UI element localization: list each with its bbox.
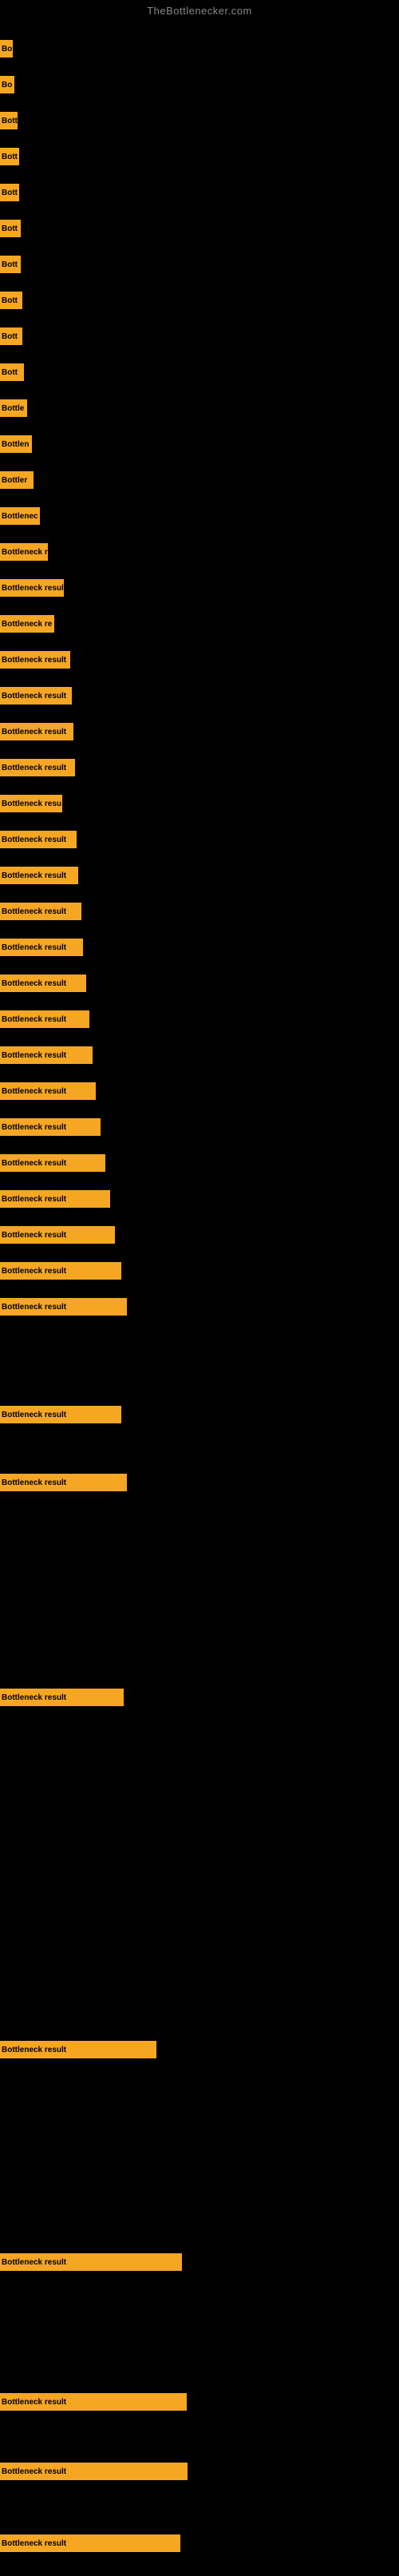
bar-label: Bott bbox=[2, 224, 18, 233]
bar-row: Bott bbox=[0, 256, 21, 273]
bar-label: Bottleneck result bbox=[2, 1479, 66, 1487]
bar-row: Bottleneck result bbox=[0, 1406, 121, 1423]
bar-label: Bottleneck result bbox=[2, 836, 66, 844]
bar-label: Bottleneck r bbox=[2, 548, 48, 557]
bar-label: Bott bbox=[2, 117, 18, 125]
bar-row: Bottleneck result bbox=[0, 1010, 89, 1028]
bar-label: Bottlen bbox=[2, 440, 29, 449]
bar-label: Bottle bbox=[2, 404, 24, 413]
bar-row: Bottleneck result bbox=[0, 1474, 127, 1491]
bar-label: Bo bbox=[2, 45, 12, 54]
bar-row: Bottleneck result bbox=[0, 759, 75, 776]
bar-row: Bottleneck result bbox=[0, 1118, 101, 1136]
bar-label: Bottleneck result bbox=[2, 1231, 66, 1240]
bar-label: Bottlenec bbox=[2, 512, 38, 521]
bar-row: Bottlenec bbox=[0, 507, 40, 525]
bar-row: Bottleneck result bbox=[0, 1154, 105, 1172]
bar-row: Bottleneck result bbox=[0, 1190, 110, 1208]
bar-row: Bottleneck result bbox=[0, 903, 81, 920]
bar-label: Bott bbox=[2, 368, 18, 377]
bar-label: Bottleneck result bbox=[2, 2258, 66, 2267]
bar-label: Bottleneck re bbox=[2, 620, 52, 629]
bar-row: Bott bbox=[0, 220, 21, 237]
bar-row: Bottleneck result bbox=[0, 651, 70, 669]
bar-label: Bottleneck result bbox=[2, 1267, 66, 1276]
bar-row: Bottleneck result bbox=[0, 2041, 156, 2058]
bar-label: Bottleneck result bbox=[2, 1195, 66, 1204]
bar-row: Bottleneck result bbox=[0, 2393, 187, 2411]
bar-row: Bottleneck resu bbox=[0, 795, 62, 812]
bar-row: Bottleneck result bbox=[0, 1689, 124, 1706]
bar-row: Bott bbox=[0, 184, 19, 201]
bar-label: Bottleneck resu bbox=[2, 800, 61, 808]
bar-row: Bottleneck resul bbox=[0, 579, 64, 597]
bar-label: Bottleneck result bbox=[2, 1087, 66, 1096]
site-title: TheBottlenecker.com bbox=[0, 0, 399, 20]
bar-row: Bottleneck result bbox=[0, 867, 78, 884]
bar-row: Bottlen bbox=[0, 435, 32, 453]
bar-row: Bottleneck result bbox=[0, 939, 83, 956]
bar-label: Bottleneck result bbox=[2, 1123, 66, 1132]
bar-label: Bott bbox=[2, 260, 18, 269]
bar-label: Bottleneck result bbox=[2, 1411, 66, 1419]
bar-label: Bottleneck resul bbox=[2, 584, 64, 593]
bar-row: Bott bbox=[0, 292, 22, 309]
bar-row: Bottleneck result bbox=[0, 1298, 127, 1316]
bar-label: Bottleneck result bbox=[2, 907, 66, 916]
bar-label: Bottleneck result bbox=[2, 2539, 66, 2548]
bar-label: Bott bbox=[2, 153, 18, 161]
bar-row: Bottleneck result bbox=[0, 1226, 115, 1244]
bar-label: Bottleneck result bbox=[2, 2046, 66, 2054]
bar-row: Bott bbox=[0, 363, 24, 381]
bar-row: Bottleneck r bbox=[0, 543, 48, 561]
bar-row: Bottleneck result bbox=[0, 1262, 121, 1280]
bar-row: Bottleneck result bbox=[0, 974, 86, 992]
bar-row: Bottleneck result bbox=[0, 687, 72, 705]
bar-row: Bott bbox=[0, 112, 18, 129]
bar-label: Bottleneck result bbox=[2, 1051, 66, 1060]
bar-label: Bottleneck result bbox=[2, 692, 66, 701]
bar-label: Bott bbox=[2, 332, 18, 341]
bar-row: Bott bbox=[0, 148, 19, 165]
bar-label: Bottler bbox=[2, 476, 27, 485]
bar-label: Bottleneck result bbox=[2, 728, 66, 736]
bar-label: Bott bbox=[2, 296, 18, 305]
bar-row: Bottler bbox=[0, 471, 34, 489]
bar-row: Bo bbox=[0, 40, 13, 58]
bar-label: Bottleneck result bbox=[2, 764, 66, 772]
bar-label: Bottleneck result bbox=[2, 1159, 66, 1168]
bar-row: Bottleneck result bbox=[0, 723, 73, 740]
bar-label: Bottleneck result bbox=[2, 1303, 66, 1312]
bar-label: Bottleneck result bbox=[2, 656, 66, 665]
bar-row: Bott bbox=[0, 327, 22, 345]
bar-row: Bottle bbox=[0, 399, 27, 417]
bar-label: Bottleneck result bbox=[2, 2398, 66, 2407]
bar-row: Bottleneck result bbox=[0, 1082, 96, 1100]
bar-row: Bottleneck result bbox=[0, 1046, 93, 1064]
bar-row: Bottleneck result bbox=[0, 2534, 180, 2552]
bar-label: Bottleneck result bbox=[2, 943, 66, 952]
bar-label: Bottleneck result bbox=[2, 2467, 66, 2476]
bar-label: Bo bbox=[2, 81, 12, 89]
bar-label: Bottleneck result bbox=[2, 871, 66, 880]
bar-label: Bott bbox=[2, 189, 18, 197]
bar-row: Bottleneck result bbox=[0, 2253, 182, 2271]
bar-row: Bottleneck result bbox=[0, 831, 77, 848]
bar-label: Bottleneck result bbox=[2, 1015, 66, 1024]
bar-row: Bottleneck re bbox=[0, 615, 54, 633]
bar-label: Bottleneck result bbox=[2, 1693, 66, 1702]
bar-row: Bo bbox=[0, 76, 14, 93]
bar-label: Bottleneck result bbox=[2, 979, 66, 988]
bar-row: Bottleneck result bbox=[0, 2463, 188, 2480]
